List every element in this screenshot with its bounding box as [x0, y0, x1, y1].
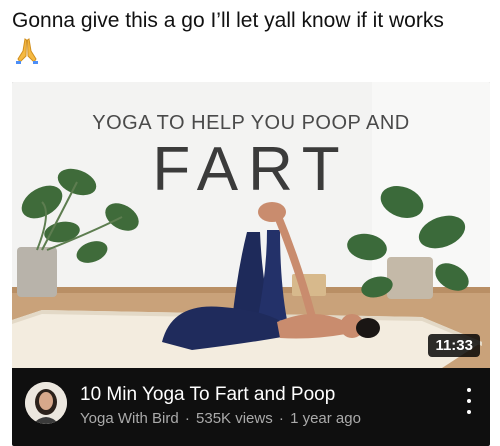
- thumbnail-headline: FART: [152, 135, 350, 204]
- separator: ·: [184, 410, 190, 427]
- video-title[interactable]: 10 Min Yoga To Fart and Poop: [80, 384, 335, 406]
- video-thumbnail[interactable]: YOGA TO HELP YOU POOP AND FART 11:33: [12, 82, 490, 368]
- separator: ·: [278, 410, 284, 427]
- thumbnail-subtitle: YOGA TO HELP YOU POOP AND: [92, 112, 410, 134]
- video-meta: 10 Min Yoga To Fart and Poop Yoga With B…: [12, 368, 490, 446]
- youtube-video-card[interactable]: YOGA TO HELP YOU POOP AND FART 11:33 10 …: [12, 82, 490, 446]
- upload-age: 1 year ago: [290, 410, 361, 427]
- channel-name[interactable]: Yoga With Bird: [80, 410, 179, 427]
- post-caption: Gonna give this a go I’ll let yall know …: [12, 9, 444, 32]
- folded-hands-icon: [12, 37, 42, 65]
- video-duration-badge: 11:33: [428, 334, 480, 357]
- view-count: 535K views: [196, 410, 273, 427]
- video-subline: Yoga With Bird · 535K views · 1 year ago: [80, 410, 361, 427]
- channel-avatar[interactable]: [25, 382, 67, 424]
- more-vertical-icon[interactable]: [464, 388, 474, 414]
